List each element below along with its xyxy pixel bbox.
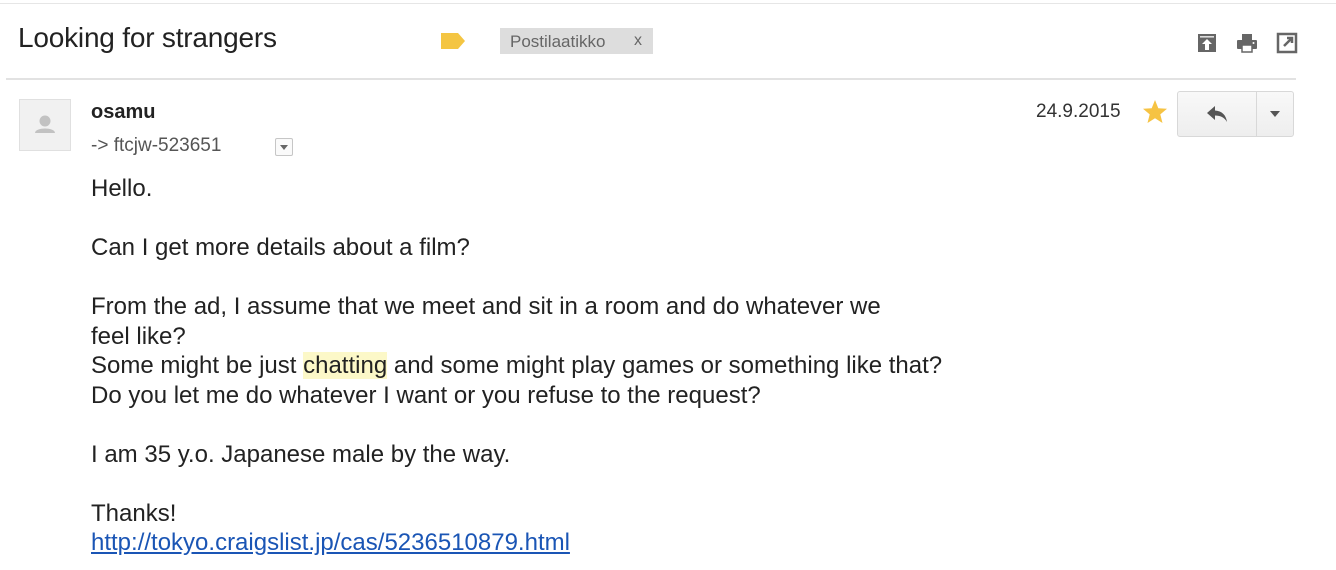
email-subject: Looking for strangers <box>18 22 277 53</box>
chevron-down-icon <box>1270 111 1280 117</box>
body-line-4-post: and some might play games or something l… <box>387 352 943 379</box>
label-chip: Postilaatikko x <box>500 28 653 54</box>
more-options-button[interactable] <box>1257 92 1293 136</box>
body-greeting: Hello. <box>91 175 153 202</box>
person-icon <box>35 115 55 133</box>
new-window-icon[interactable] <box>1276 32 1298 54</box>
header-divider <box>6 78 1296 80</box>
body-question: Can I get more details about a film? <box>91 234 470 261</box>
message-date: 24.9.2015 <box>1036 101 1121 122</box>
recipient-line: -> ftcjw-523651 <box>91 135 222 156</box>
top-rule <box>0 3 1336 4</box>
sender-name[interactable]: osamu <box>91 101 155 124</box>
sender-avatar[interactable] <box>19 99 71 151</box>
reply-button-group <box>1177 91 1294 137</box>
thread-toolbar <box>1196 32 1298 54</box>
remove-label-button[interactable]: x <box>634 32 642 50</box>
label-chip-name: Postilaatikko <box>510 32 606 51</box>
star-icon[interactable] <box>1141 98 1169 126</box>
body-line-6: I am 35 y.o. Japanese male by the way. <box>91 440 511 468</box>
body-line-3a: From the ad, I assume that we meet and s… <box>91 293 881 320</box>
archive-icon[interactable] <box>1196 32 1218 54</box>
label-tag-icon <box>441 33 465 49</box>
body-thanks: Thanks! <box>91 499 177 527</box>
print-icon[interactable] <box>1236 32 1258 54</box>
body-line-4: Some might be just chatting and some mig… <box>91 351 1091 381</box>
reply-button[interactable] <box>1178 92 1257 136</box>
body-line-5: Do you let me do whatever I want or you … <box>91 381 761 409</box>
body-line-4-pre: Some might be just <box>91 352 304 379</box>
reply-icon <box>1207 106 1227 122</box>
highlighted-word: chatting <box>303 352 388 379</box>
show-details-button[interactable] <box>275 138 293 156</box>
body-line-3b: feel like? <box>91 322 186 350</box>
craigslist-link[interactable]: http://tokyo.craigslist.jp/cas/523651087… <box>91 529 570 556</box>
message-body: Hello. Can I get more details about a fi… <box>91 174 1091 558</box>
